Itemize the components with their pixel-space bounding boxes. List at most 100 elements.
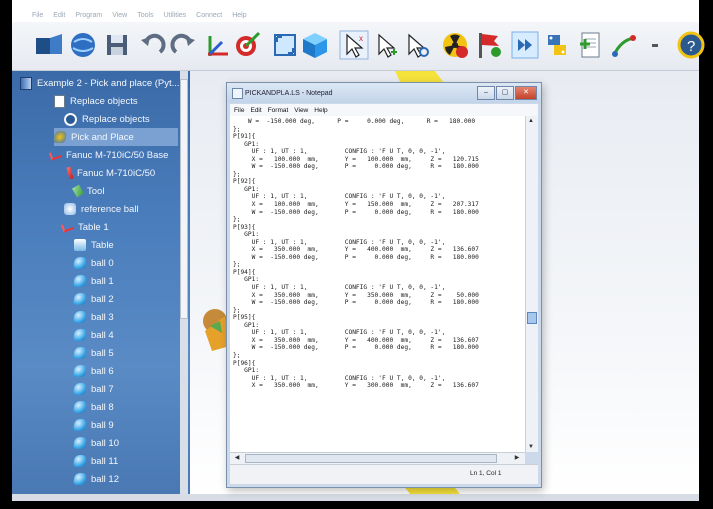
app-status-bar xyxy=(12,494,699,501)
tree-item-ball[interactable]: ball 9 xyxy=(72,416,114,434)
globe-icon[interactable] xyxy=(68,30,98,60)
rotate-icon[interactable] xyxy=(401,30,431,60)
menu-view[interactable]: View xyxy=(112,12,127,19)
notepad-horizontal-scroll-thumb[interactable] xyxy=(245,454,497,463)
notepad-menu-view[interactable]: View xyxy=(294,107,308,114)
tree-item-label: ball 9 xyxy=(91,419,114,431)
screen-border-right xyxy=(699,0,713,509)
tree-item-ball[interactable]: ball 3 xyxy=(72,308,114,326)
cube-icon[interactable] xyxy=(300,30,330,60)
notepad-title: PICKANDPLA.LS - Notepad xyxy=(245,89,333,97)
tree-item-label: ball 2 xyxy=(91,293,114,305)
python-icon xyxy=(52,131,68,143)
tree-item-robot-base[interactable]: Fanuc M-710iC/50 Base xyxy=(48,146,169,164)
ball-icon xyxy=(72,293,88,305)
table-icon xyxy=(74,239,86,251)
menu-edit[interactable]: Edit xyxy=(53,12,65,19)
tree-item-tool[interactable]: Tool xyxy=(72,182,104,200)
menu-help[interactable]: Help xyxy=(232,12,246,19)
tree-item-ball[interactable]: ball 2 xyxy=(72,290,114,308)
tree-item-ball[interactable]: ball 0 xyxy=(72,254,114,272)
tree-item-label: ball 3 xyxy=(91,311,114,323)
tree-item-label: Fanuc M-710iC/50 Base xyxy=(66,149,169,161)
path-icon[interactable] xyxy=(609,30,639,60)
tree-item-ball[interactable]: ball 1 xyxy=(72,272,114,290)
tree-item-replace-objects-call[interactable]: Replace objects xyxy=(64,110,150,128)
frame-icon xyxy=(48,149,63,161)
move-icon[interactable] xyxy=(371,30,401,60)
menu-program[interactable]: Program xyxy=(75,12,102,19)
python-icon[interactable] xyxy=(542,30,572,60)
flag-icon[interactable] xyxy=(474,30,504,60)
menu-connect[interactable]: Connect xyxy=(196,12,222,19)
tree-item-label: ball 7 xyxy=(91,383,114,395)
maximize-button[interactable]: ▢ xyxy=(496,86,514,100)
tree-item-label: ball 11 xyxy=(91,455,119,467)
notepad-menu-file[interactable]: File xyxy=(234,107,244,114)
minimize-button[interactable]: – xyxy=(477,86,495,100)
svg-text:?: ? xyxy=(687,38,695,55)
fit-view-icon[interactable] xyxy=(270,30,300,60)
tree-item-ball[interactable]: ball 12 xyxy=(72,470,119,488)
station-icon[interactable] xyxy=(34,30,64,60)
tree-item-reference-ball[interactable]: reference ball xyxy=(64,200,139,218)
menu-bar: File Edit Program View Tools Utilities C… xyxy=(12,8,699,22)
tree-item-label: ball 10 xyxy=(91,437,119,449)
tree-item-label: ball 0 xyxy=(91,257,114,269)
scroll-left-icon[interactable]: ◀ xyxy=(231,453,243,463)
radiation-icon[interactable] xyxy=(440,30,470,60)
ball-icon xyxy=(72,383,88,395)
menu-tools[interactable]: Tools xyxy=(137,12,153,19)
notepad-menu-edit[interactable]: Edit xyxy=(250,107,261,114)
target-icon[interactable] xyxy=(232,30,262,60)
tree-item-robot[interactable]: Fanuc M-710iC/50 xyxy=(66,164,155,182)
tree-item-ball[interactable]: ball 4 xyxy=(72,326,114,344)
scroll-down-icon[interactable]: ▼ xyxy=(525,442,537,452)
scroll-up-icon[interactable]: ▲ xyxy=(525,116,537,126)
add-program-icon[interactable] xyxy=(575,30,605,60)
help-icon[interactable]: ? xyxy=(676,30,706,60)
station-tree[interactable]: Example 2 - Pick and place (Pyt... Repla… xyxy=(12,71,190,494)
tree-item-ball[interactable]: ball 8 xyxy=(72,398,114,416)
main-toolbar: x ? xyxy=(12,22,705,71)
drop-icon[interactable] xyxy=(640,30,670,60)
tree-item-pick-and-place[interactable]: Pick and Place xyxy=(52,128,178,146)
select-icon[interactable]: x xyxy=(339,30,369,60)
notepad-vertical-scroll-thumb[interactable] xyxy=(527,312,537,324)
menu-utilities[interactable]: Utilities xyxy=(164,12,187,19)
undo-icon[interactable] xyxy=(138,30,168,60)
menu-file[interactable]: File xyxy=(32,12,43,19)
tree-item-ball[interactable]: ball 6 xyxy=(72,362,114,380)
notepad-menu-format[interactable]: Format xyxy=(268,107,289,114)
close-button[interactable]: ✕ xyxy=(515,86,537,100)
tree-item-example[interactable]: Example 2 - Pick and place (Pyt... xyxy=(20,74,180,92)
notepad-window[interactable]: PICKANDPLA.LS - Notepad – ▢ ✕ File Edit … xyxy=(226,82,542,488)
ball-icon xyxy=(72,437,88,449)
tree-scrollbar-thumb[interactable] xyxy=(180,79,188,319)
tree-item-label: ball 12 xyxy=(91,473,119,485)
tree-item-replace-objects-program[interactable]: Replace objects xyxy=(54,92,138,110)
notepad-vertical-scrollbar[interactable] xyxy=(525,116,538,452)
tree-item-ball[interactable]: ball 10 xyxy=(72,434,119,452)
add-frame-icon[interactable] xyxy=(202,30,232,60)
scroll-right-icon[interactable]: ▶ xyxy=(511,453,523,463)
notepad-text-area[interactable]: W = -150.000 deg, P = 0.000 deg, R = 180… xyxy=(230,116,525,452)
notepad-menu-help[interactable]: Help xyxy=(314,107,327,114)
tree-item-ball[interactable]: ball 7 xyxy=(72,380,114,398)
run-icon xyxy=(64,112,77,126)
tree-item-label: ball 5 xyxy=(91,347,114,359)
notepad-status-bar: Ln 1, Col 1 xyxy=(230,464,538,484)
cursor-position: Ln 1, Col 1 xyxy=(470,470,502,477)
ball-icon xyxy=(72,311,88,323)
forward-icon[interactable] xyxy=(510,30,540,60)
tree-item-label: Table 1 xyxy=(78,221,109,233)
redo-icon[interactable] xyxy=(168,30,198,60)
svg-text:x: x xyxy=(359,34,363,43)
save-icon[interactable] xyxy=(102,30,132,60)
notepad-title-bar[interactable]: PICKANDPLA.LS - Notepad – ▢ ✕ xyxy=(227,83,541,103)
tree-item-table-1[interactable]: Table 1 xyxy=(60,218,109,236)
tree-item-ball[interactable]: ball 5 xyxy=(72,344,114,362)
ball-icon xyxy=(72,365,88,377)
tree-item-table[interactable]: Table xyxy=(74,236,114,254)
tree-item-ball[interactable]: ball 11 xyxy=(72,452,119,470)
